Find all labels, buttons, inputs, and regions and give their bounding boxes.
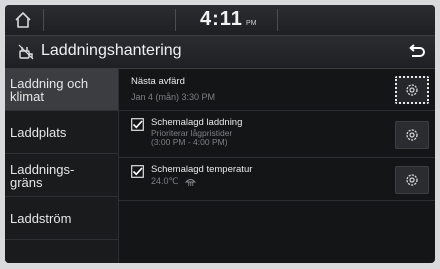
divider xyxy=(43,9,44,31)
scheduled-charging-settings-button[interactable] xyxy=(395,121,429,149)
sidebar-item-label: Laddström xyxy=(10,211,72,226)
home-icon[interactable] xyxy=(13,10,33,30)
sidebar-item-label: Laddplats xyxy=(10,125,67,140)
scheduled-temperature-label: Schemalagd temperatur xyxy=(151,164,253,175)
next-departure-label: Nästa avfärd xyxy=(131,76,185,87)
gear-icon xyxy=(406,84,418,96)
sidebar-item-label: Laddnings- xyxy=(10,161,75,177)
scheduled-charging-time: (3:00 PM - 4:00 PM) xyxy=(151,137,228,147)
sidebar-item-label: gräns xyxy=(10,174,43,190)
scheduled-temperature-value-wrap: 24.0℃ xyxy=(151,176,197,187)
clock: 4:11 PM xyxy=(200,8,256,31)
screen: 4:11 PM Laddningshantering Laddning och k… xyxy=(5,5,435,263)
next-departure-settings-button[interactable] xyxy=(395,76,429,104)
defrost-icon xyxy=(185,179,197,187)
gear-icon xyxy=(406,174,418,186)
sidebar-item-label: klimat xyxy=(10,88,44,104)
scheduled-temperature-row[interactable]: Schemalagd temperatur 24.0℃ xyxy=(119,159,435,201)
sidebar: Laddning och klimat Laddplats Laddnings-… xyxy=(5,69,119,263)
sidebar-item-laddplats[interactable]: Laddplats xyxy=(5,112,118,154)
page-title: Laddningshantering xyxy=(41,42,182,59)
title-bar: Laddningshantering xyxy=(5,36,435,69)
sidebar-item-laddstrom[interactable]: Laddström xyxy=(5,198,118,240)
divider xyxy=(175,9,176,31)
sidebar-item-laddning-och-klimat[interactable]: Laddning och klimat xyxy=(5,69,118,111)
sidebar-item-laddningsgrans[interactable]: Laddnings- gräns xyxy=(5,155,118,197)
main-content: Nästa avfärd Jan 4 (mån) 3:30 PM Schemal… xyxy=(119,69,435,263)
divider xyxy=(277,9,278,31)
checkbox-checked-icon[interactable] xyxy=(131,165,144,178)
charging-icon xyxy=(17,43,35,61)
next-departure-row: Nästa avfärd Jan 4 (mån) 3:30 PM xyxy=(119,69,435,111)
gear-icon xyxy=(406,129,418,141)
sidebar-item-label: Laddning och xyxy=(10,75,89,91)
scheduled-charging-row[interactable]: Schemalagd laddning Prioriterar lågprist… xyxy=(119,112,435,158)
clock-ampm: PM xyxy=(245,20,257,27)
scheduled-temperature-value: 24.0℃ xyxy=(151,176,179,186)
clock-time: 4:11 xyxy=(200,8,243,30)
checkbox-checked-icon[interactable] xyxy=(131,118,144,131)
next-departure-value: Jan 4 (mån) 3:30 PM xyxy=(131,92,216,102)
status-bar: 4:11 PM xyxy=(5,5,435,36)
scheduled-charging-label: Schemalagd laddning xyxy=(151,117,243,128)
scheduled-temperature-settings-button[interactable] xyxy=(395,166,429,194)
back-arrow-icon[interactable] xyxy=(405,41,427,63)
